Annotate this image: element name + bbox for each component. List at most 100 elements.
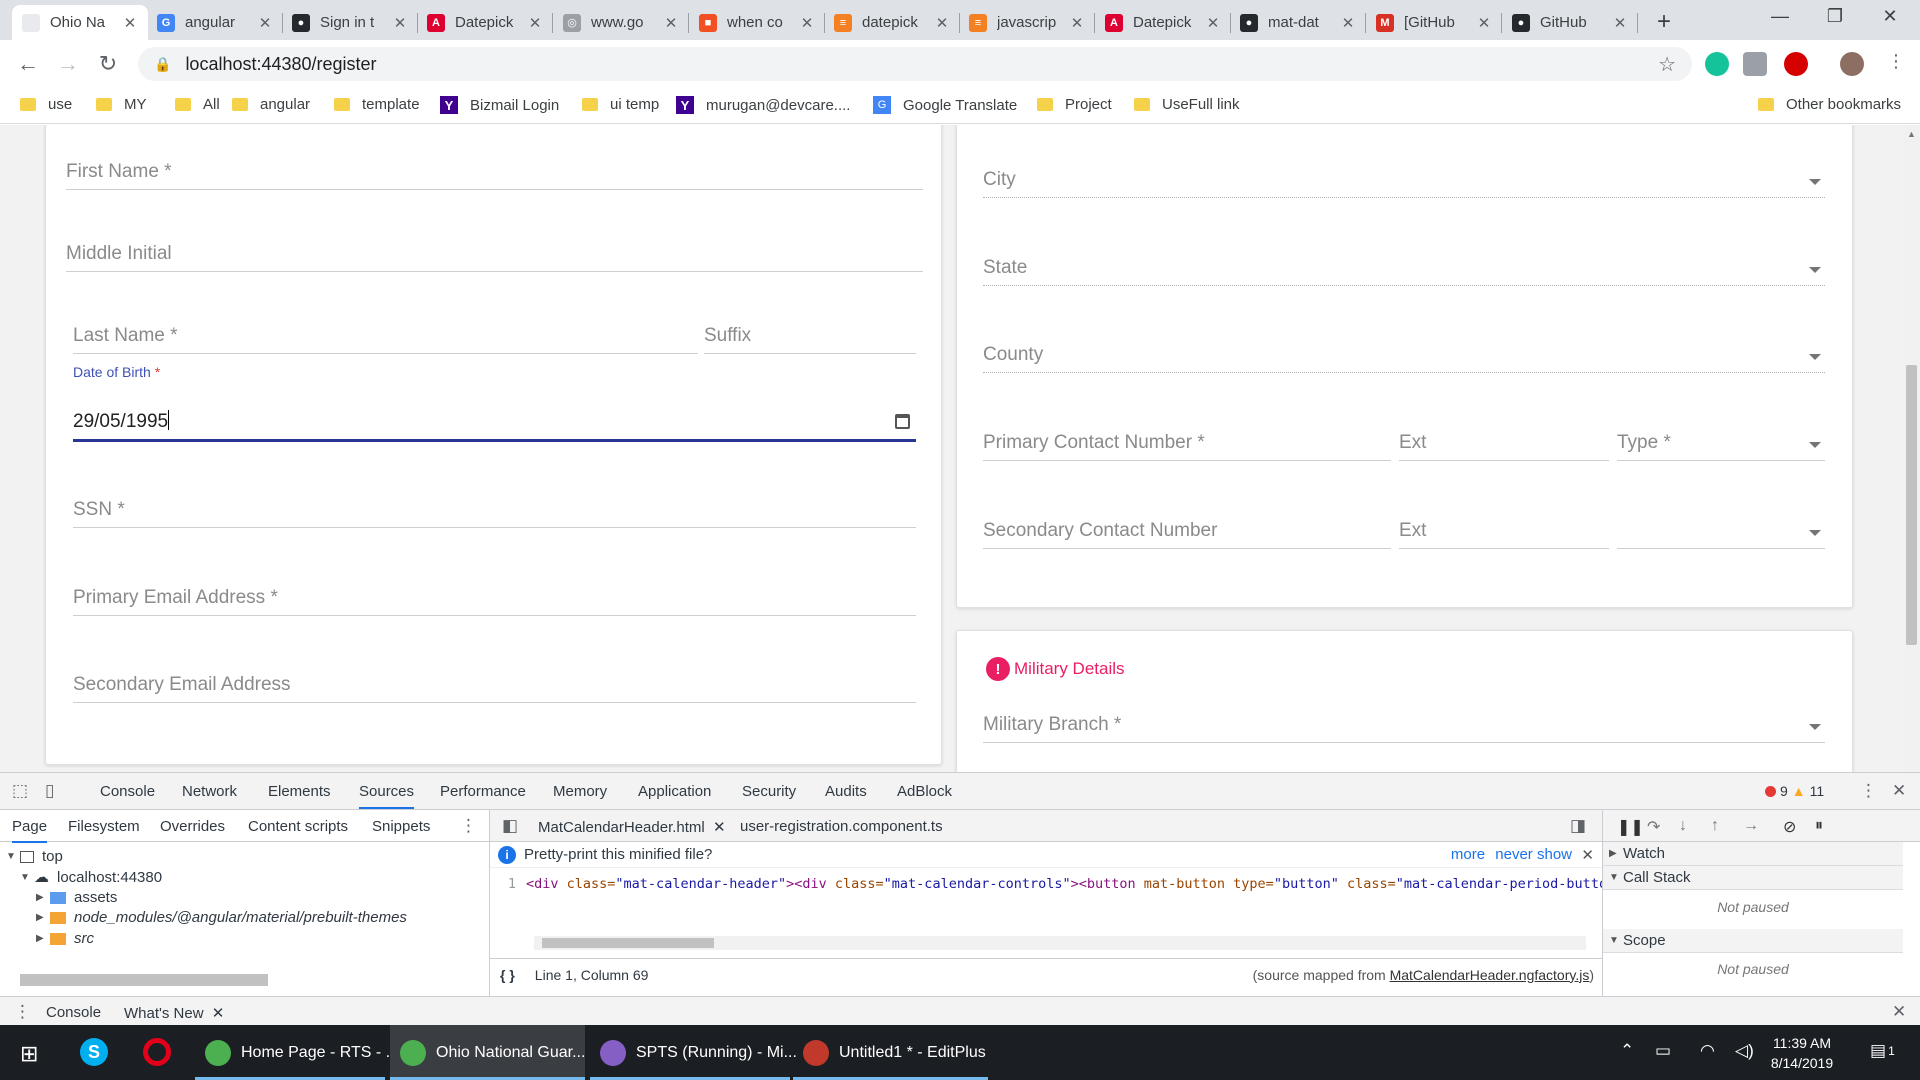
toggle-debugger-icon[interactable]: ◨: [1570, 816, 1586, 836]
editor-tab-user-registration[interactable]: user-registration.component.ts: [740, 818, 943, 835]
navigator-tab[interactable]: Page: [12, 818, 48, 843]
editor-tab-calendar-header[interactable]: MatCalendarHeader.html ✕: [538, 818, 726, 836]
shield-extension-icon[interactable]: [1743, 52, 1767, 76]
watch-section[interactable]: ▶ Watch: [1603, 842, 1903, 866]
navigator-tab[interactable]: Snippets: [372, 818, 430, 835]
browser-tab[interactable]: ● Sign in t ✕: [282, 5, 418, 40]
browser-tab[interactable]: ● GitHub ✕: [1502, 5, 1638, 40]
deactivate-breakpoints-icon[interactable]: ⊘: [1783, 817, 1796, 837]
bookmark-item[interactable]: angular: [232, 96, 310, 113]
scroll-up-icon[interactable]: ▲: [1907, 129, 1916, 139]
pause-on-exceptions-icon[interactable]: ⏸: [1815, 817, 1823, 835]
step-into-icon[interactable]: ↓: [1679, 817, 1687, 835]
close-tab-icon[interactable]: ✕: [1612, 14, 1628, 32]
devtools-tab-adblock[interactable]: AdBlock: [897, 783, 952, 800]
navigator-tab[interactable]: Content scripts: [248, 818, 348, 835]
page-scrollbar-thumb[interactable]: [1906, 365, 1917, 645]
inspect-element-icon[interactable]: ⬚: [12, 781, 28, 801]
taskbar-item[interactable]: Ohio National Guar...: [390, 1025, 585, 1080]
devtools-tab-sources[interactable]: Sources: [359, 783, 415, 809]
close-tab-icon[interactable]: ✕: [663, 14, 679, 32]
tree-item-node-modules[interactable]: ▶ node_modules/@angular/material/prebuil…: [36, 909, 407, 926]
bookmark-item[interactable]: G Google Translate: [873, 96, 1017, 114]
step-out-icon[interactable]: ↑: [1711, 817, 1719, 835]
browser-tab[interactable]: A Datepick ✕: [417, 5, 553, 40]
primary-ext-field[interactable]: Ext: [1399, 413, 1609, 461]
bookmark-item[interactable]: All: [175, 96, 220, 113]
devtools-tab-console[interactable]: Console: [100, 783, 155, 800]
call-stack-section[interactable]: ▼ Call Stack: [1603, 866, 1903, 890]
city-select[interactable]: City: [983, 150, 1825, 198]
ssn-field[interactable]: SSN *: [73, 480, 916, 528]
toggle-navigator-icon[interactable]: ◧: [502, 816, 518, 836]
county-select[interactable]: County: [983, 325, 1825, 373]
code-line[interactable]: 1 <div class="mat-calendar-header"><div c…: [490, 876, 1602, 896]
skype-icon[interactable]: S: [80, 1038, 108, 1066]
bookmark-item[interactable]: ui temp: [582, 96, 659, 113]
maximize-icon[interactable]: ❐: [1810, 6, 1860, 27]
bookmark-item[interactable]: Project: [1037, 96, 1112, 113]
navigator-tab[interactable]: Filesystem: [68, 818, 140, 835]
devtools-tab-performance[interactable]: Performance: [440, 783, 526, 800]
devtools-tab-network[interactable]: Network: [182, 783, 237, 800]
taskbar-item[interactable]: SPTS (Running) - Mi...: [590, 1025, 797, 1080]
never-show-link[interactable]: never show: [1495, 846, 1572, 863]
taskbar-item[interactable]: Untitled1 * - EditPlus: [793, 1025, 988, 1080]
close-tab-icon[interactable]: ✕: [122, 14, 138, 32]
devtools-tab-memory[interactable]: Memory: [553, 783, 607, 800]
back-button[interactable]: ←: [14, 51, 42, 77]
middle-initial-field[interactable]: Middle Initial: [66, 224, 923, 272]
navigator-tab[interactable]: Overrides: [160, 818, 225, 835]
bookmark-item[interactable]: Y Bizmail Login: [440, 96, 559, 114]
devtools-tab-audits[interactable]: Audits: [825, 783, 867, 800]
secondary-type-select[interactable]: [1617, 501, 1825, 549]
browser-tab[interactable]: ◎ www.go ✕: [553, 5, 689, 40]
last-name-field[interactable]: Last Name *: [73, 306, 698, 354]
close-tab-icon[interactable]: ✕: [1476, 14, 1492, 32]
step-icon[interactable]: →: [1743, 817, 1759, 835]
drawer-menu-icon[interactable]: ⋮: [14, 1002, 31, 1022]
first-name-field[interactable]: First Name *: [66, 142, 923, 190]
editor-hscroll-thumb[interactable]: [542, 938, 714, 948]
devtools-tab-application[interactable]: Application: [638, 783, 711, 800]
browser-tab[interactable]: Gangular ✕: [147, 5, 283, 40]
bookmark-item[interactable]: UseFull link: [1134, 96, 1240, 113]
volume-icon[interactable]: ◁): [1735, 1041, 1754, 1061]
taskbar-item[interactable]: Home Page - RTS - ...: [195, 1025, 399, 1080]
tree-item-top[interactable]: ▼ top: [6, 848, 63, 865]
devtools-menu-icon[interactable]: ⋮: [1860, 781, 1877, 801]
close-devtools-icon[interactable]: ✕: [1892, 781, 1906, 801]
bookmark-item[interactable]: Ymurugan@devcare....: [676, 96, 850, 114]
contact-type-select[interactable]: Type *: [1617, 413, 1825, 461]
editor-hscroll[interactable]: [534, 936, 1586, 950]
other-bookmarks[interactable]: Other bookmarks: [1758, 96, 1901, 113]
pause-icon[interactable]: ❚❚: [1617, 817, 1644, 837]
navigator-hscroll-thumb[interactable]: [20, 974, 268, 986]
bookmark-star-icon[interactable]: ☆: [1658, 52, 1676, 77]
browser-tab[interactable]: ■ when co ✕: [689, 5, 825, 40]
navigator-menu-icon[interactable]: ⋮: [460, 816, 477, 836]
state-select[interactable]: State: [983, 238, 1825, 286]
browser-menu-icon[interactable]: ⋮: [1882, 51, 1910, 72]
browser-tab[interactable]: M [GitHub ✕: [1366, 5, 1502, 40]
primary-contact-field[interactable]: Primary Contact Number *: [983, 413, 1391, 461]
address-bar[interactable]: 🔒 localhost:44380/register ☆: [138, 47, 1692, 81]
pretty-print-icon[interactable]: { }: [500, 967, 515, 983]
close-drawer-icon[interactable]: ✕: [1892, 1002, 1906, 1022]
forward-button[interactable]: →: [54, 51, 82, 77]
page-scrollbar[interactable]: ▲: [1903, 125, 1920, 772]
devtools-tab-elements[interactable]: Elements: [268, 783, 331, 800]
browser-tab[interactable]: ● mat-dat ✕: [1230, 5, 1366, 40]
bookmark-item[interactable]: use: [20, 96, 72, 113]
close-tab-icon[interactable]: ✕: [1069, 14, 1085, 32]
browser-tab[interactable]: ≡ javascrip ✕: [959, 5, 1095, 40]
minimize-icon[interactable]: —: [1755, 6, 1805, 27]
secondary-ext-field[interactable]: Ext: [1399, 501, 1609, 549]
device-toolbar-icon[interactable]: ▯: [45, 781, 54, 801]
more-link[interactable]: more: [1451, 846, 1485, 863]
secondary-contact-field[interactable]: Secondary Contact Number: [983, 501, 1391, 549]
tree-item-host[interactable]: ▼ ☁ localhost:44380: [20, 868, 162, 887]
source-mapped-link[interactable]: MatCalendarHeader.ngfactory.js: [1390, 967, 1590, 983]
new-tab-button[interactable]: +: [1657, 8, 1671, 36]
console-message-counts[interactable]: 9 ▲ 11: [1765, 783, 1824, 799]
